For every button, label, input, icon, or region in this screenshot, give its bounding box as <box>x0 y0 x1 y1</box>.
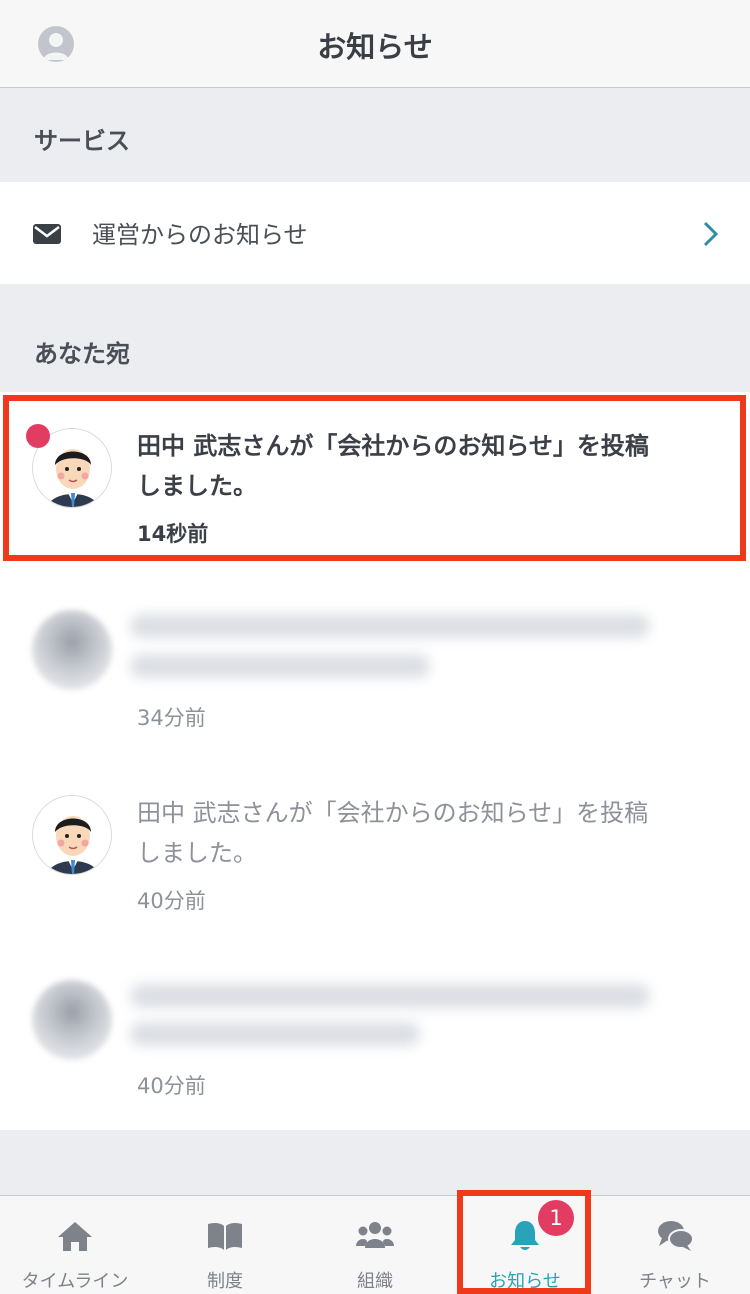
mail-icon <box>33 224 61 244</box>
service-row-label: 運営からのお知らせ <box>92 221 308 249</box>
tab-bar: タイムライン 制度 組織 お知らせ チャット <box>0 1195 750 1294</box>
notification-item[interactable]: 田中 武志さんが「会社からのお知らせ」を投稿 しました。 40分前 <box>0 757 750 942</box>
redacted-text <box>130 654 430 678</box>
avatar <box>32 795 112 875</box>
notification-text: 田中 武志さんが「会社からのお知らせ」を投稿 しました。 <box>137 799 649 867</box>
notification-item[interactable]: 40分前 <box>0 942 750 1130</box>
notification-time: 40分前 <box>137 1074 206 1098</box>
redacted-text <box>130 984 650 1008</box>
redacted-text <box>130 1022 420 1046</box>
tab-label: 制度 <box>207 1271 243 1292</box>
tab-label: タイムライン <box>21 1271 129 1292</box>
group-icon <box>356 1222 394 1248</box>
chat-icon <box>658 1221 694 1251</box>
tab-timeline[interactable]: タイムライン <box>0 1196 150 1294</box>
section-label-mine: あなた宛 <box>34 340 130 368</box>
notification-item[interactable]: 34分前 <box>0 572 750 757</box>
highlight-box <box>3 395 746 561</box>
redacted-text <box>130 614 650 638</box>
page-title: お知らせ <box>317 30 433 64</box>
notification-time: 34分前 <box>137 706 206 730</box>
avatar <box>32 610 112 690</box>
notification-time: 40分前 <box>137 889 206 913</box>
book-icon <box>208 1222 242 1250</box>
tab-chat[interactable]: チャット <box>600 1196 750 1294</box>
tab-label: チャット <box>639 1271 711 1292</box>
highlight-box <box>457 1190 591 1294</box>
section-label-service: サービス <box>34 127 130 155</box>
header-bar: お知らせ <box>0 0 750 88</box>
chevron-right-icon <box>703 221 719 247</box>
home-icon <box>58 1222 92 1251</box>
businessman-avatar-icon <box>33 796 111 874</box>
tab-policies[interactable]: 制度 <box>150 1196 300 1294</box>
service-announcements-row[interactable]: 運営からのお知らせ <box>0 182 750 284</box>
avatar <box>32 980 112 1060</box>
tab-organization[interactable]: 組織 <box>300 1196 450 1294</box>
tab-label: 組織 <box>357 1271 393 1292</box>
